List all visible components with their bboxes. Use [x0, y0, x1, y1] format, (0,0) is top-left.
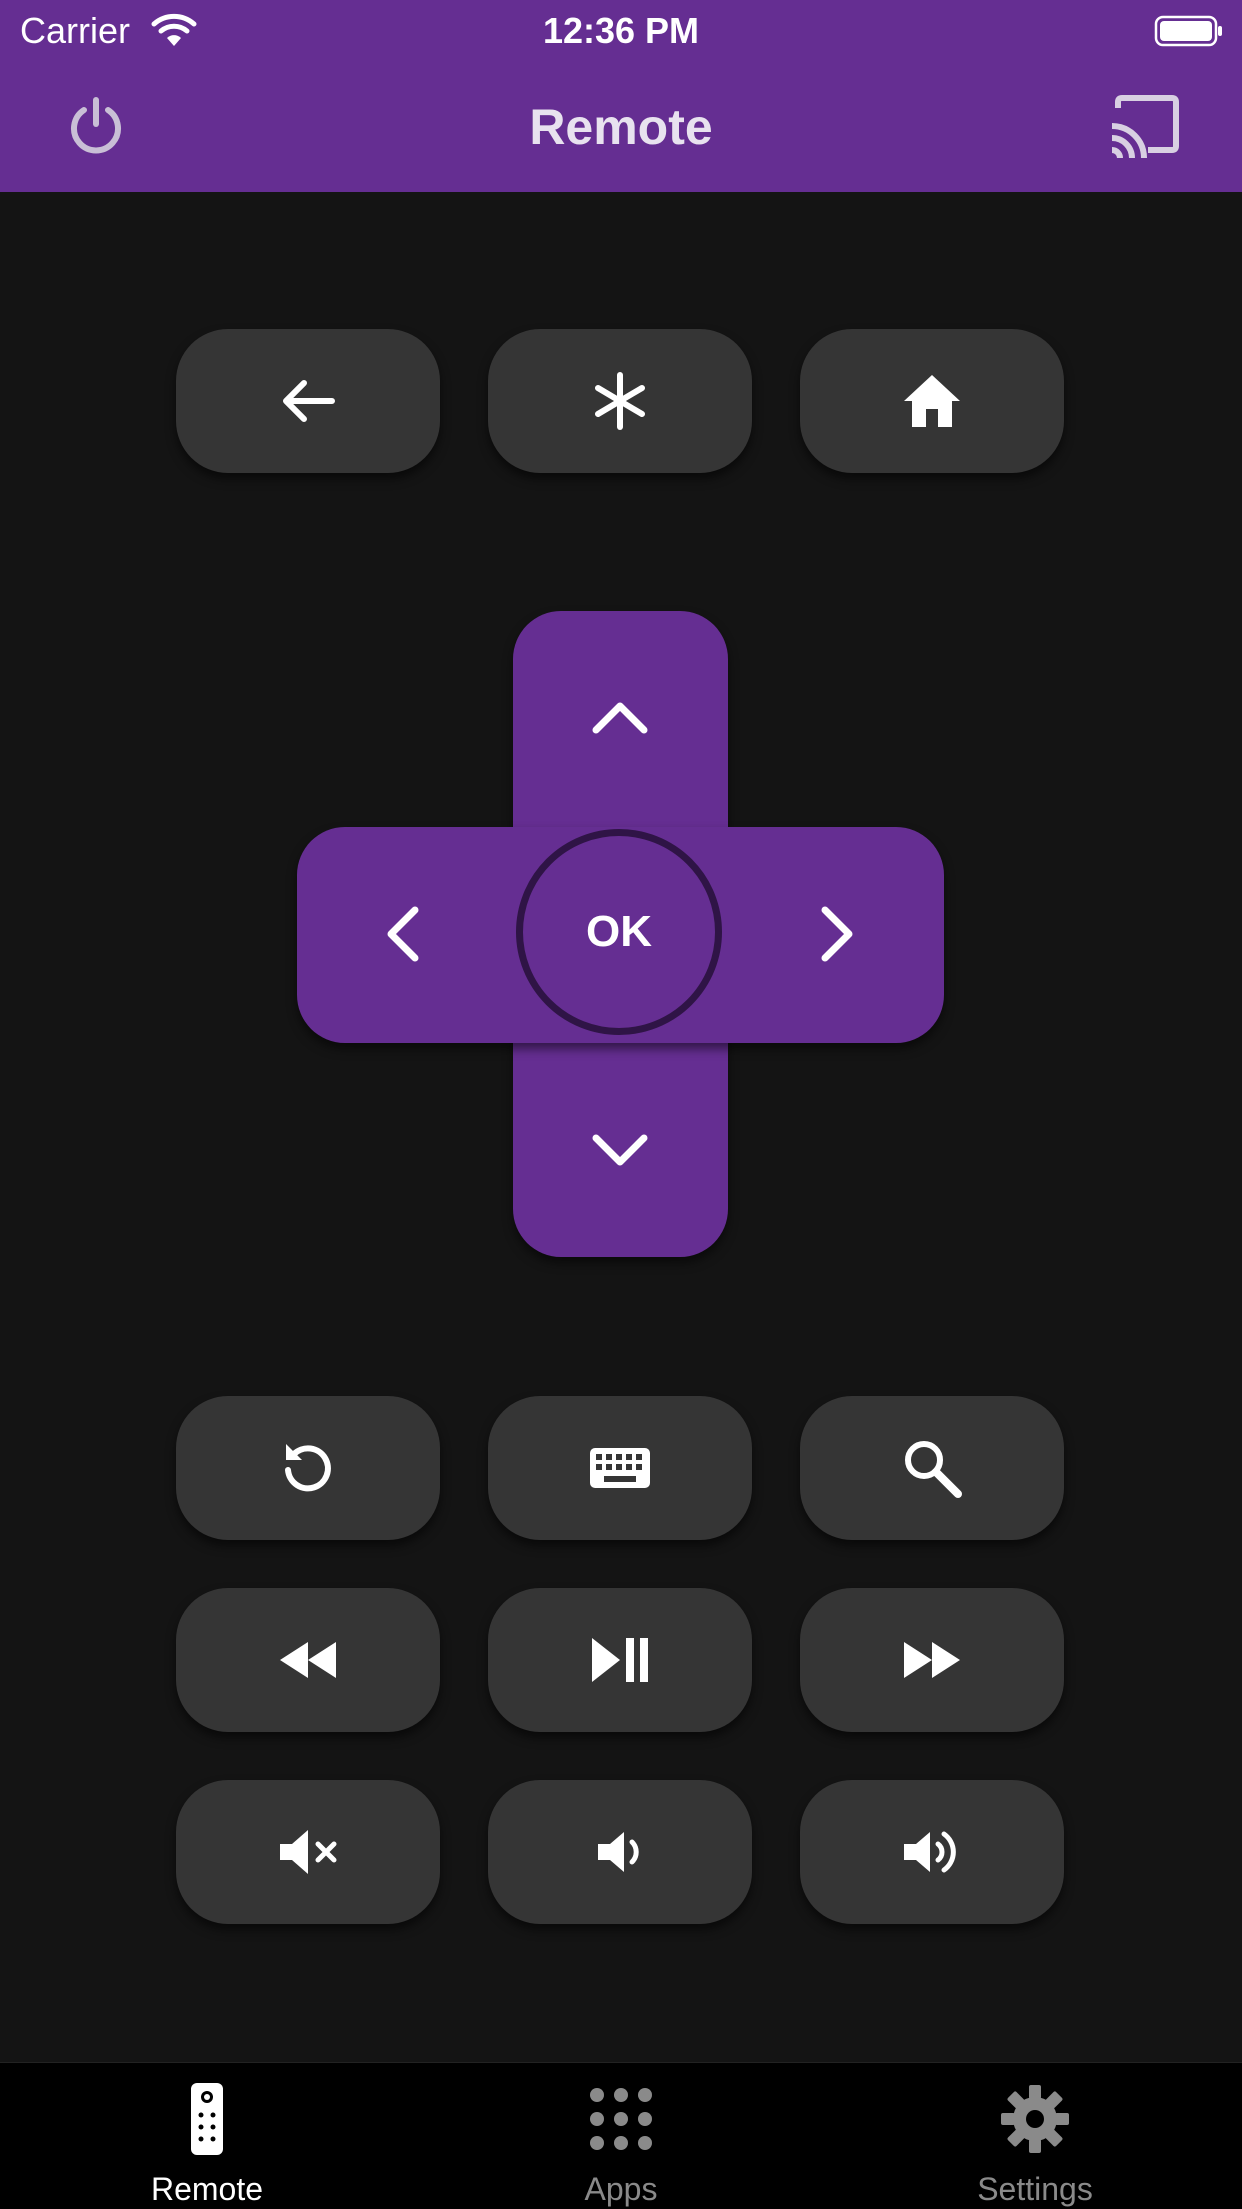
ok-button[interactable]: OK	[516, 829, 722, 1035]
rewind-icon	[280, 1642, 336, 1678]
tab-label-remote: Remote	[150, 2171, 264, 2207]
tab-settings[interactable]: Settings	[828, 2063, 1242, 2209]
volume-up-button[interactable]	[800, 1780, 1064, 1924]
home-button[interactable]	[800, 329, 1064, 473]
volume-down-button[interactable]	[488, 1780, 752, 1924]
rewind-button[interactable]	[176, 1588, 440, 1732]
mute-button[interactable]	[176, 1780, 440, 1924]
page-title: Remote	[529, 99, 713, 155]
volume-mute-icon	[280, 1830, 337, 1874]
dpad-right-button[interactable]	[802, 899, 872, 969]
dpad-left-button[interactable]	[368, 899, 438, 969]
asterisk-icon	[595, 372, 645, 430]
keyboard-button[interactable]	[488, 1396, 752, 1540]
tab-label-settings: Settings	[977, 2171, 1093, 2207]
fast-forward-button[interactable]	[800, 1588, 1064, 1732]
apps-grid-icon	[590, 2088, 652, 2150]
keyboard-icon	[590, 1448, 650, 1488]
battery-icon	[1154, 15, 1222, 47]
gear-icon	[1001, 2085, 1069, 2153]
cast-icon[interactable]	[1108, 94, 1180, 158]
chevron-up-icon	[592, 702, 648, 734]
options-button[interactable]	[488, 329, 752, 473]
volume-down-icon	[598, 1832, 639, 1872]
replay-icon	[285, 1444, 331, 1492]
tab-remote[interactable]: Remote	[0, 2063, 414, 2209]
chevron-down-icon	[592, 1134, 648, 1166]
status-bar: Carrier 12:36 PM	[0, 0, 1242, 62]
fast-forward-icon	[904, 1642, 960, 1678]
dpad-up-button[interactable]	[585, 683, 655, 753]
tab-bar: Remote Apps Settings	[0, 2062, 1242, 2209]
instant-replay-button[interactable]	[176, 1396, 440, 1540]
search-button[interactable]	[800, 1396, 1064, 1540]
volume-up-icon	[904, 1831, 956, 1873]
chevron-right-icon	[821, 906, 853, 962]
clock: 12:36 PM	[542, 10, 700, 51]
play-pause-button[interactable]	[488, 1588, 752, 1732]
play-pause-icon	[592, 1638, 648, 1682]
tab-apps[interactable]: Apps	[414, 2063, 828, 2209]
remote-icon	[191, 2083, 223, 2155]
home-icon	[904, 375, 960, 427]
back-arrow-icon	[283, 380, 335, 422]
nav-bar: Remote	[0, 62, 1242, 192]
chevron-left-icon	[387, 906, 419, 962]
back-button[interactable]	[176, 329, 440, 473]
tab-label-apps: Apps	[584, 2171, 658, 2207]
search-icon	[905, 1441, 962, 1498]
dpad-down-button[interactable]	[585, 1115, 655, 1185]
